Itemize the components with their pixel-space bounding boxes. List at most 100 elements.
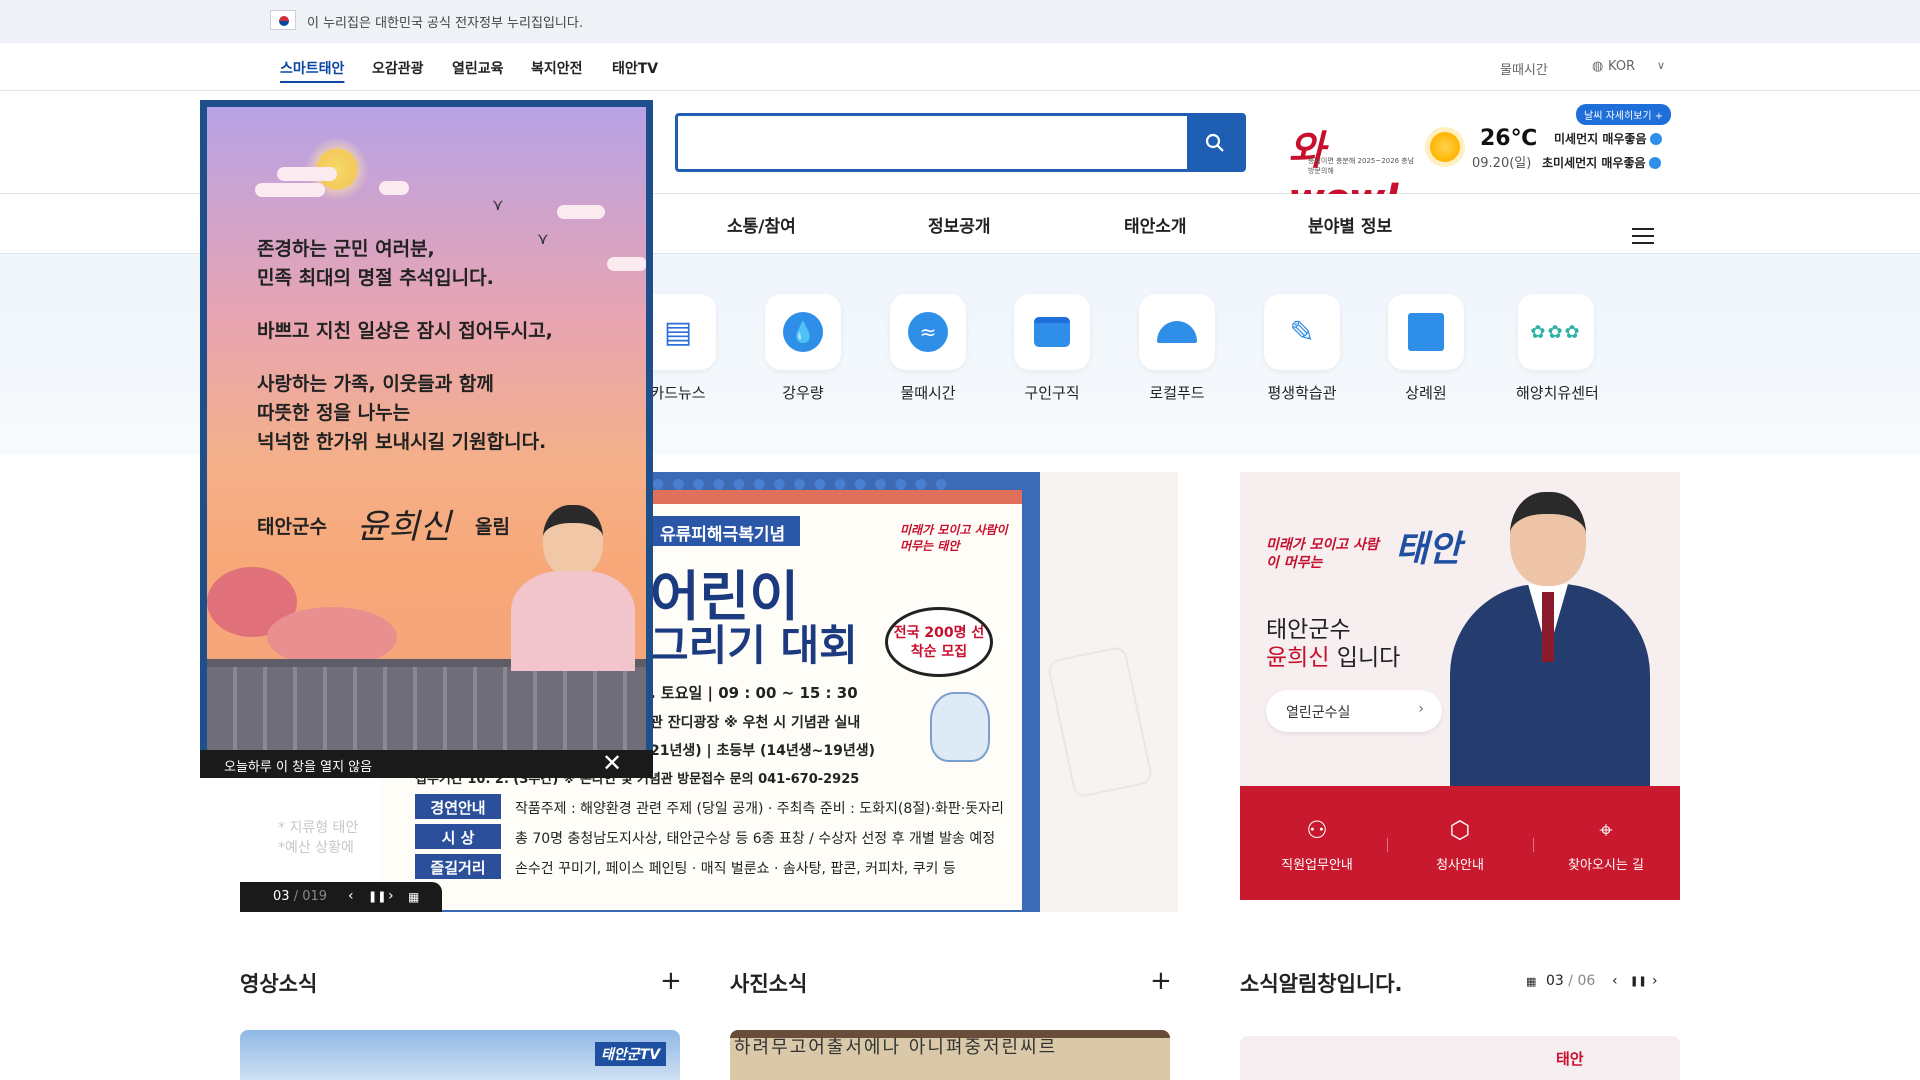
top-nav-education[interactable]: 열린교육 (452, 58, 504, 78)
briefcase-icon (1034, 317, 1070, 347)
mayor-photo (503, 505, 643, 671)
temperature: 26℃ (1480, 126, 1538, 151)
taean-tv-badge: 태안군TV (595, 1042, 667, 1066)
quick-local-food[interactable]: 로컬푸드 (1137, 294, 1217, 403)
top-nav: 스마트태안 오감관광 열린교육 복지안전 태안TV 물때시간 ◍ KOR ∨ (0, 43, 1920, 91)
wave-icon: ≈ (908, 312, 948, 352)
card-news-icon: ▤ (663, 314, 693, 350)
popup-line: 민족 최대의 명절 추석입니다. (257, 267, 494, 289)
mayor-links: ⚇ 직원업무안내 ⬡ 청사안내 ⌖ 찾아오시는 길 (1240, 786, 1680, 900)
mayor-name: 윤희신 입니다 (1266, 645, 1401, 671)
sunny-weather-icon (1430, 132, 1460, 162)
grid-icon[interactable]: ▦ (1526, 975, 1536, 988)
mayor-card: 미래가 모이고 사람이 머무는 태안 태안군수 윤희신 입니다 열린군수실 › (1240, 472, 1680, 786)
pause-icon[interactable]: ❚❚ (368, 890, 386, 903)
ultrafine-dust-status: 초미세먼지 매우좋음 (1542, 154, 1661, 171)
chuseok-popup: ⋎ ⋎ 존경하는 군민 여러분, 민족 최대의 명절 추석입니다. 바쁘고 지친… (200, 100, 653, 778)
gov-banner-text: 이 누리집은 대한민국 공식 전자정부 누리집입니다. (307, 16, 583, 31)
photo-board-text: 하려무고어출서에나 아니펴중저린씨르 (730, 1038, 1170, 1080)
taean-logo: 태안 (1556, 1050, 1584, 1068)
chevron-down-icon[interactable]: ∨ (1657, 59, 1665, 72)
search-button[interactable] (1187, 116, 1243, 169)
quick-healing-center[interactable]: ✿✿✿ 해양치유센터 (1516, 294, 1599, 403)
open-mayor-office-button[interactable]: 열린군수실 › (1266, 690, 1442, 732)
gnb-info-disclosure[interactable]: 정보공개 (928, 212, 991, 237)
poster-venue-label: 유류피해극복기념관 (650, 516, 800, 570)
poster-bubble: 전국 200명 선착순 모집 (885, 607, 993, 677)
popup-artwork: ⋎ ⋎ 존경하는 군민 여러분, 민족 최대의 명절 추석입니다. 바쁘고 지친… (207, 107, 646, 750)
chevron-right-icon: › (1418, 701, 1424, 717)
poster-title-2: 그리기 대회 (650, 621, 858, 670)
quick-tide-time[interactable]: ≈ 물때시간 (888, 294, 968, 403)
popup-signature: 윤희신 (357, 507, 451, 547)
pen-icon: ✎ (1289, 314, 1315, 350)
quick-jobs[interactable]: 구인구직 (1012, 294, 1092, 403)
crane-icon: ⋎ (537, 229, 549, 248)
video-more-plus-icon[interactable]: + (660, 966, 682, 996)
next-icon[interactable]: › (1652, 973, 1658, 989)
video-thumbnail[interactable]: 태안군TV (240, 1030, 680, 1080)
quick-funeral-hall[interactable]: 상례원 (1386, 294, 1466, 403)
campaign-logo[interactable]: 와wow! 충남이면 충분해 2025~2026 충남방문의해 (1288, 112, 1420, 222)
grid-icon[interactable]: ▦ (408, 890, 419, 904)
weather-detail-button[interactable]: 날씨 자세히보기 + (1576, 104, 1672, 125)
poster-brand: 미래가 모이고 사람이 머무는 태안 (900, 523, 1008, 553)
gnb-about-taean[interactable]: 태안소개 (1124, 212, 1187, 237)
poster-age-line: 21년생) | 초등부 (14년생~19년생) (650, 743, 876, 759)
photo-thumbnail[interactable]: 하려무고어출서에나 아니펴중저린씨르 (730, 1030, 1170, 1080)
quick-learning-center[interactable]: ✎ 평생학습관 (1262, 294, 1342, 403)
photo-more-plus-icon[interactable]: + (1150, 966, 1172, 996)
popup-line: 따뜻한 정을 나누는 (257, 402, 411, 424)
smile-icon (1648, 157, 1661, 169)
fine-dust-status: 미세먼지 매우좋음 (1554, 130, 1662, 147)
pause-icon[interactable]: ❚❚ (1630, 976, 1647, 987)
poster-place-line: 관 잔디광장 ※ 우천 시 기념관 실내 (650, 715, 861, 731)
poster-rings: ●●●●●●●●●●●●●●● (652, 476, 956, 492)
food-cover-icon (1157, 321, 1197, 343)
top-nav-smart-taean[interactable]: 스마트태안 (280, 58, 344, 78)
mascot-image (930, 692, 990, 762)
building-icon (1408, 313, 1444, 351)
roof-tiles-illustration (207, 667, 646, 750)
popup-dismiss-today[interactable]: 오늘하루 이 창을 열지 않음 (224, 756, 372, 775)
top-nav-tourism[interactable]: 오감관광 (372, 58, 424, 78)
people-icon: ⚇ (1306, 816, 1328, 844)
quick-rainfall[interactable]: 💧 강우량 (763, 294, 843, 403)
location-pin-icon: ⌖ (1599, 816, 1613, 844)
popup-footer: 오늘하루 이 창을 열지 않음 ✕ (200, 750, 653, 778)
notice-title: 소식알림창입니다. (1240, 972, 1403, 996)
banner-faded-text: * 지류형 태안 *예산 상황에 (278, 820, 359, 856)
popup-line: 넉넉한 한가위 보내시길 기원합니다. (257, 431, 547, 453)
search-box (675, 113, 1246, 172)
healing-center-logo-icon: ✿✿✿ (1530, 321, 1582, 343)
globe-icon: ◍ (1592, 59, 1604, 74)
language-select[interactable]: KOR (1608, 59, 1635, 74)
top-nav-welfare[interactable]: 복지안전 (531, 58, 583, 78)
close-icon[interactable]: ✕ (602, 751, 622, 775)
crane-icon: ⋎ (492, 195, 504, 214)
next-banner-preview (1040, 472, 1178, 912)
search-icon (1205, 133, 1224, 152)
gnb-communication[interactable]: 소통/참여 (727, 212, 796, 237)
tide-time-link[interactable]: 물때시간 (1500, 59, 1548, 78)
gnb-field-info[interactable]: 분야별 정보 (1308, 212, 1392, 237)
weather-date: 09.20(일) (1472, 156, 1532, 171)
notice-thumbnail[interactable]: 태안 (1240, 1036, 1680, 1080)
video-news-title: 영상소식 (240, 972, 318, 996)
gov-banner: 이 누리집은 대한민국 공식 전자정부 누리집입니다. (0, 0, 1920, 43)
mayor-brand: 미래가 모이고 사람이 머무는 태안 (1266, 529, 1462, 571)
photo-news-title: 사진소식 (730, 972, 808, 996)
prev-icon[interactable]: ‹ (348, 888, 354, 904)
popup-line: 사랑하는 가족, 이웃들과 함께 (257, 373, 494, 395)
banner-counter: 03 / 019 (273, 889, 328, 904)
prev-icon[interactable]: ‹ (1612, 973, 1618, 989)
staff-guide-link[interactable]: ⚇ 직원업무안내 (1247, 816, 1387, 873)
directions-link[interactable]: ⌖ 찾아오시는 길 (1536, 816, 1676, 873)
building-guide-link[interactable]: ⬡ 청사안내 (1390, 816, 1530, 873)
popup-line: 바쁘고 지친 일상은 잠시 접어두시고, (257, 320, 553, 342)
menu-icon[interactable] (1632, 228, 1654, 244)
notice-counter: 03 / 06 (1546, 973, 1596, 989)
top-nav-taean-tv[interactable]: 태안TV (612, 58, 658, 78)
search-input[interactable] (678, 116, 1188, 169)
next-icon[interactable]: › (388, 888, 394, 904)
